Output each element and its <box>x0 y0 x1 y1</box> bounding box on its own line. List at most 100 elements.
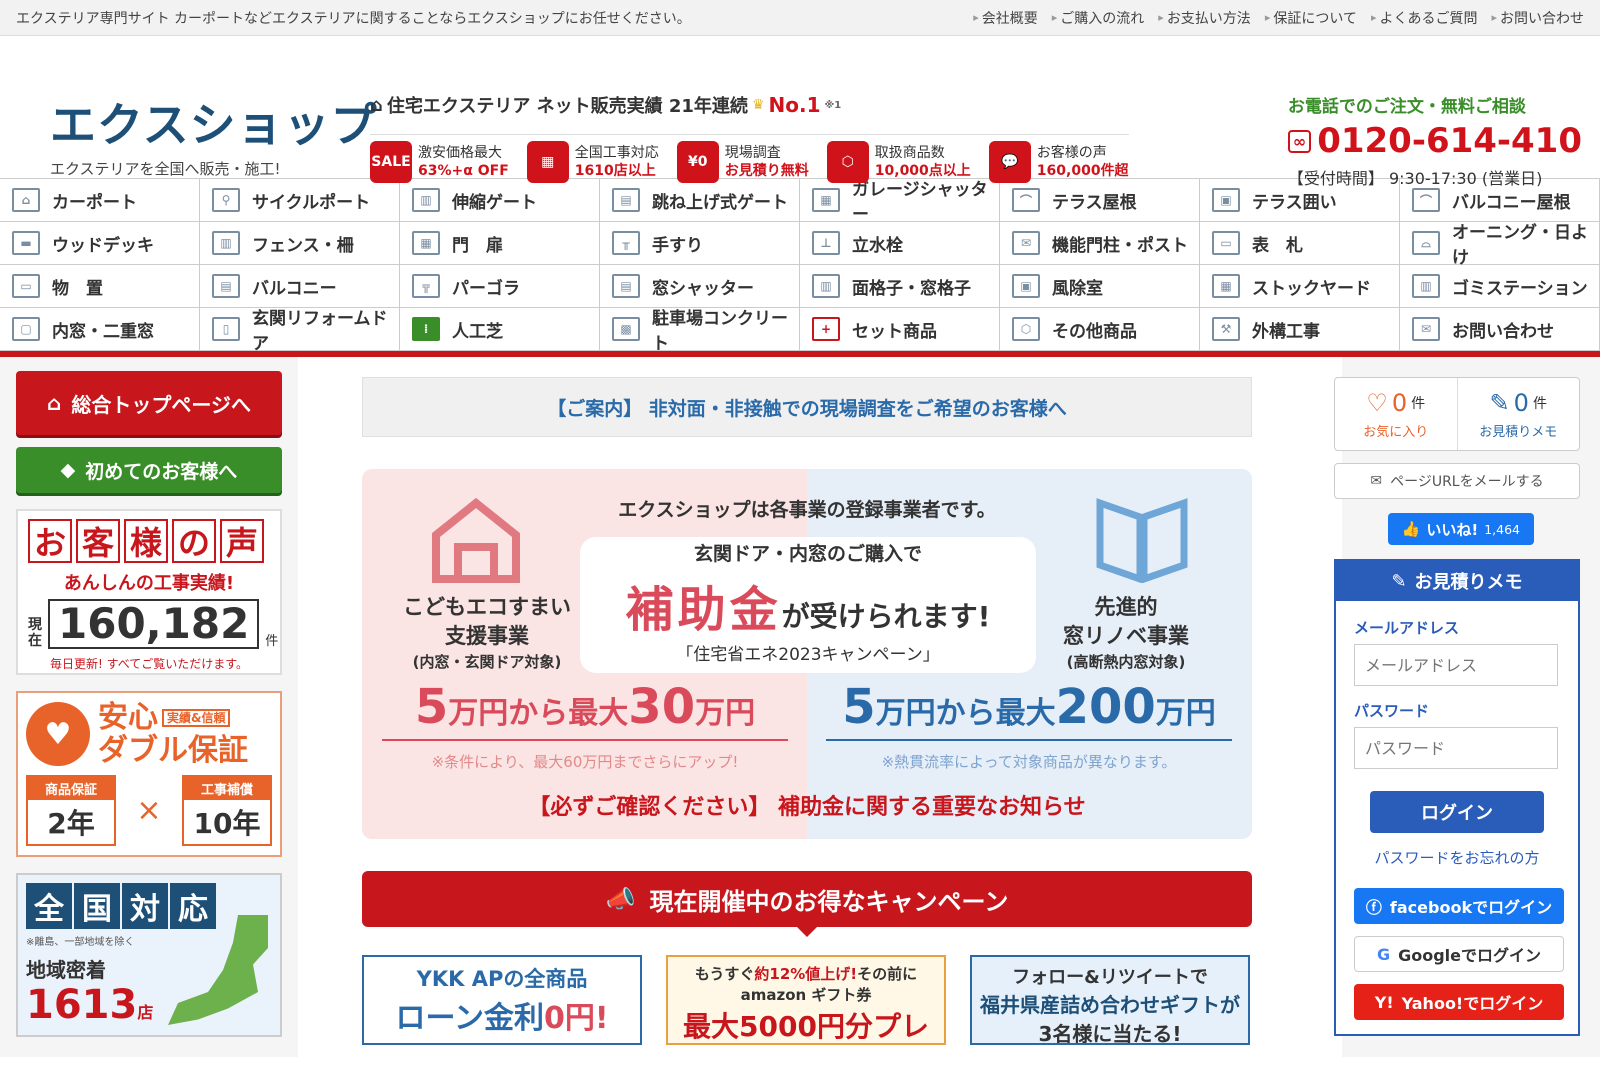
nav-set-products[interactable]: + セット商品 <box>800 308 1000 351</box>
nav-windbreak[interactable]: ▣ 風除室 <box>1000 265 1200 308</box>
customer-voice-banner[interactable]: お 客 様 の 声 あんしんの工事実績! 現在 160,182 件 毎日更新! … <box>16 509 282 675</box>
estimate-memo-login: ✎ お見積りメモ メールアドレス パスワード ログイン パスワードをお忘れの方 … <box>1334 559 1580 1036</box>
voice-now-label: 現在 <box>28 617 42 649</box>
nav-inner-window[interactable]: ▢ 内窓・二重窓 <box>0 308 200 351</box>
top-link-purchase-flow[interactable]: ご購入の流れ <box>1052 8 1144 28</box>
grille-icon: ▥ <box>812 274 840 298</box>
carport-icon: ⌂ <box>12 188 40 212</box>
nav-label: バルコニー屋根 <box>1452 192 1571 213</box>
banner-text: ローン金利 <box>395 1001 544 1036</box>
banner-line: ローン金利0円! <box>370 993 634 1037</box>
subsidy-important-link[interactable]: 【必ずご確認ください】 補助金に関する重要なお知らせ <box>362 789 1252 821</box>
nav-stockyard[interactable]: ▦ ストックヤード <box>1200 265 1400 308</box>
login-button[interactable]: ログイン <box>1370 791 1544 833</box>
nav-contact[interactable]: ✉ お問い合わせ <box>1400 308 1600 351</box>
left-sidebar: ⌂ 総合トップページへ ◆ 初めてのお客様へ お 客 様 の 声 あんしんの工事… <box>0 357 298 1057</box>
envelope-icon: ✉ <box>1412 317 1440 341</box>
estimate-memo-counter[interactable]: ✎ 0 件 お見積りメモ <box>1458 378 1580 450</box>
top-link-contact[interactable]: お問い合わせ <box>1491 8 1584 28</box>
nationwide-banner[interactable]: 全 国 対 応 ※離島、一部地域を除く 地域密着 1613店 <box>16 873 282 1037</box>
record-note: ※1 <box>824 99 842 111</box>
nav-garage-shutter[interactable]: ▦ ガレージシャッター <box>800 179 1000 225</box>
nav-awning[interactable]: ⌓ オーニング・日よけ <box>1400 222 1600 268</box>
nav-window-grille[interactable]: ▥ 面格子・窓格子 <box>800 265 1000 308</box>
top-page-button[interactable]: ⌂ 総合トップページへ <box>16 371 282 435</box>
nav-label: 機能門柱・ポスト <box>1052 235 1188 256</box>
double-guarantee-banner[interactable]: ♥ 安心 実績&信頼 ダブル保証 商品保証 2年 × 工事補償 10年 <box>16 691 282 857</box>
logo[interactable]: エクスショップ エクステリアを全国へ販売・施工! <box>50 102 378 179</box>
nation-title-char: 全 <box>26 883 72 929</box>
nav-label: バルコニー <box>252 278 337 299</box>
memo-count: 0 <box>1513 388 1529 417</box>
house-icon: ⌂ <box>370 94 383 116</box>
nav-balcony[interactable]: ▤ バルコニー <box>200 265 400 308</box>
top-link-warranty[interactable]: 保証について <box>1265 8 1357 28</box>
nav-expansion-gate[interactable]: ▥ 伸縮ゲート <box>400 179 600 222</box>
nav-label: 駐車場コンクリート <box>652 309 788 354</box>
house-outline-icon <box>432 497 520 583</box>
nav-storage[interactable]: ▭ 物 置 <box>0 265 200 308</box>
google-login-button[interactable]: G Googleでログイン <box>1354 936 1564 972</box>
nav-fence[interactable]: ▥ フェンス・柵 <box>200 222 400 265</box>
nav-cycleport[interactable]: ⚲ サイクルポート <box>200 179 400 222</box>
amount-part: 200 <box>1055 679 1156 735</box>
like-count: 1,464 <box>1484 521 1520 537</box>
forgot-password-link[interactable]: パスワードをお忘れの方 <box>1354 847 1560 868</box>
nav-nameplate[interactable]: ▭ 表 札 <box>1200 222 1400 265</box>
right-sidebar: ♡ 0 件 お気に入り ✎ 0 件 お見積りメモ ✉ ページURLをメールする 👍 いい… <box>1334 357 1600 1057</box>
nav-exterior-work[interactable]: ⚒ 外構工事 <box>1200 308 1400 351</box>
nav-faucet[interactable]: ⊥ 立水栓 <box>800 222 1000 265</box>
top-link-payment[interactable]: お支払い方法 <box>1158 8 1251 28</box>
product-guarantee-box: 商品保証 2年 <box>26 775 116 846</box>
mail-url-button[interactable]: ✉ ページURLをメールする <box>1334 463 1580 499</box>
campaign-banner-amazon[interactable]: もうすぐ約12%値上げ!その前に amazon ギフト券 最大5000円分プレゼ… <box>666 955 946 1045</box>
nav-wood-deck[interactable]: ▬ ウッドデッキ <box>0 222 200 265</box>
feature-line2: 1610店以上 <box>574 163 656 179</box>
amount-part: 5 <box>414 679 449 735</box>
nav-entrance-door[interactable]: ▯ 玄関リフォームドア <box>200 308 400 354</box>
campaign-banner-ykk[interactable]: YKK APの全商品 ローン金利0円! <box>362 955 642 1045</box>
email-field[interactable] <box>1354 644 1558 686</box>
nav-window-shutter[interactable]: ▤ 窓シャッター <box>600 265 800 308</box>
top-link-faq[interactable]: よくあるご質問 <box>1371 8 1477 28</box>
campaign-banner-twitter[interactable]: フォロー&リツイートで 福井県産詰め合わせギフトが 3名様に当たる! <box>970 955 1250 1045</box>
yahoo-login-button[interactable]: Y! Yahoo!でログイン <box>1354 984 1564 1020</box>
facebook-login-button[interactable]: ⓕ facebookでログイン <box>1354 888 1564 924</box>
nameplate-icon: ▭ <box>1212 231 1240 255</box>
facebook-icon: ⓕ <box>1365 898 1382 917</box>
nav-label: 門 扉 <box>452 235 503 256</box>
nav-label: 内窓・二重窓 <box>52 321 154 342</box>
non-contact-notice[interactable]: 【ご案内】 非対面・非接触での現場調査をご希望のお客様へ <box>362 377 1252 437</box>
phone-number-row[interactable]: ∞ 0120-614-410 <box>1287 121 1582 161</box>
favorites-counter[interactable]: ♡ 0 件 お気に入り <box>1335 378 1458 450</box>
nav-carport[interactable]: ⌂ カーポート <box>0 179 200 222</box>
nav-post[interactable]: ✉ 機能門柱・ポスト <box>1000 222 1200 265</box>
amount-part: 万円 <box>1155 696 1216 731</box>
banner-line: 3名様に当たる! <box>1038 1022 1182 1045</box>
feature-line2: 10,000点以上 <box>874 163 971 179</box>
feature-products: ⬡ 取扱商品数 10,000点以上 <box>826 141 971 183</box>
nav-door-gate[interactable]: ▦ 門 扉 <box>400 222 600 265</box>
nav-pergola[interactable]: ╦ パーゴラ <box>400 265 600 308</box>
nav-garbage-station[interactable]: ▥ ゴミステーション <box>1400 265 1600 308</box>
password-field[interactable] <box>1354 727 1558 769</box>
nav-label: サイクルポート <box>252 192 371 213</box>
product-guarantee-label: 商品保証 <box>28 777 114 800</box>
subsidy-line1: 玄関ドア・内窓のご購入で <box>693 543 922 565</box>
facebook-like-button[interactable]: 👍 いいね! 1,464 <box>1387 513 1534 545</box>
nav-concrete[interactable]: ▩ 駐車場コンクリート <box>600 308 800 354</box>
boxes-icon: ⬡ <box>826 141 869 183</box>
guarantee-title-2: ダブル保証 <box>98 733 248 768</box>
nav-label: 表 札 <box>1252 235 1303 256</box>
banner-text: もうすぐ <box>694 965 755 983</box>
google-icon: G <box>1376 944 1391 964</box>
nav-other-products[interactable]: ⬡ その他商品 <box>1000 308 1200 351</box>
nav-artificial-turf[interactable]: ⁞ 人工芝 <box>400 308 600 351</box>
subsidy-banner[interactable]: エクスショップは各事業の登録事業者です。 玄関ドア・内窓のご購入で 補助金が受け… <box>362 469 1252 839</box>
nav-label: オーニング・日よけ <box>1452 223 1588 268</box>
first-visit-button[interactable]: ◆ 初めてのお客様へ <box>16 447 282 493</box>
top-link-company[interactable]: 会社概要 <box>973 8 1038 28</box>
nav-handrail[interactable]: ╥ 手すり <box>600 222 800 265</box>
nav-lift-gate[interactable]: ▤ 跳ね上げ式ゲート <box>600 179 800 222</box>
nav-terrace-roof[interactable]: ⌒ テラス屋根 <box>1000 179 1200 222</box>
